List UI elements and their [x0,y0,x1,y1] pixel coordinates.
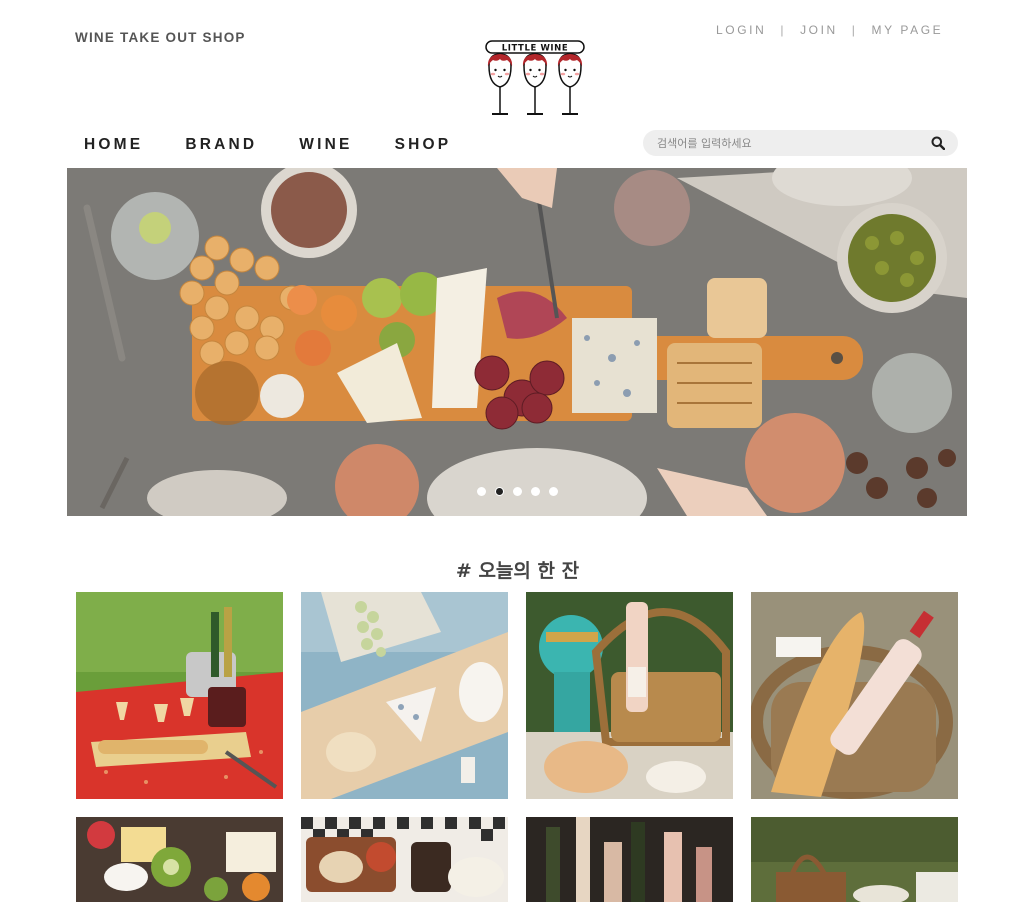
shop-title: WINE TAKE OUT SHOP [75,30,246,45]
gallery-tile-picnic-basket-grass[interactable] [751,817,958,902]
slider-dot-5[interactable] [548,487,558,496]
gallery-tile-wine-bottles[interactable] [526,817,733,902]
gallery-tile-fruit-platter[interactable] [76,817,283,902]
section-title: # 오늘의 한 잔 [455,560,580,582]
link-separator: | [851,23,858,37]
gallery-tile-cheese-board[interactable] [301,592,508,799]
hero-slider[interactable] [67,168,967,516]
main-nav: HOME BRAND WINE SHOP [84,136,451,154]
slider-dot-4[interactable] [530,487,540,496]
search-input[interactable] [657,136,930,150]
slider-dot-3[interactable] [512,487,522,496]
slider-dots [67,487,967,496]
nav-item-home[interactable]: HOME [84,136,143,154]
little-wine-logo[interactable]: LITTLE WINE [484,40,586,118]
search-bar [643,130,958,156]
nav-item-wine[interactable]: WINE [299,136,352,154]
login-link[interactable]: LOGIN [716,23,766,37]
gallery-tile-picnic-red-blanket[interactable] [76,592,283,799]
search-icon[interactable] [930,135,946,151]
gallery-tile-checkered-spread[interactable] [301,817,508,902]
svg-text:LITTLE WINE: LITTLE WINE [502,44,569,54]
gallery-tile-teal-bust-basket[interactable] [526,592,733,799]
user-links: LOGIN | JOIN | MY PAGE [716,23,943,37]
nav-item-brand[interactable]: BRAND [185,136,257,154]
nav-item-shop[interactable]: SHOP [395,136,452,154]
gallery-tile-bread-basket-rose[interactable] [751,592,958,799]
join-link[interactable]: JOIN [800,23,838,37]
link-separator: | [780,23,787,37]
hero-image [67,168,967,516]
my-page-link[interactable]: MY PAGE [872,23,944,37]
slider-dot-2-active[interactable] [494,487,504,496]
slider-dot-1[interactable] [476,487,486,496]
